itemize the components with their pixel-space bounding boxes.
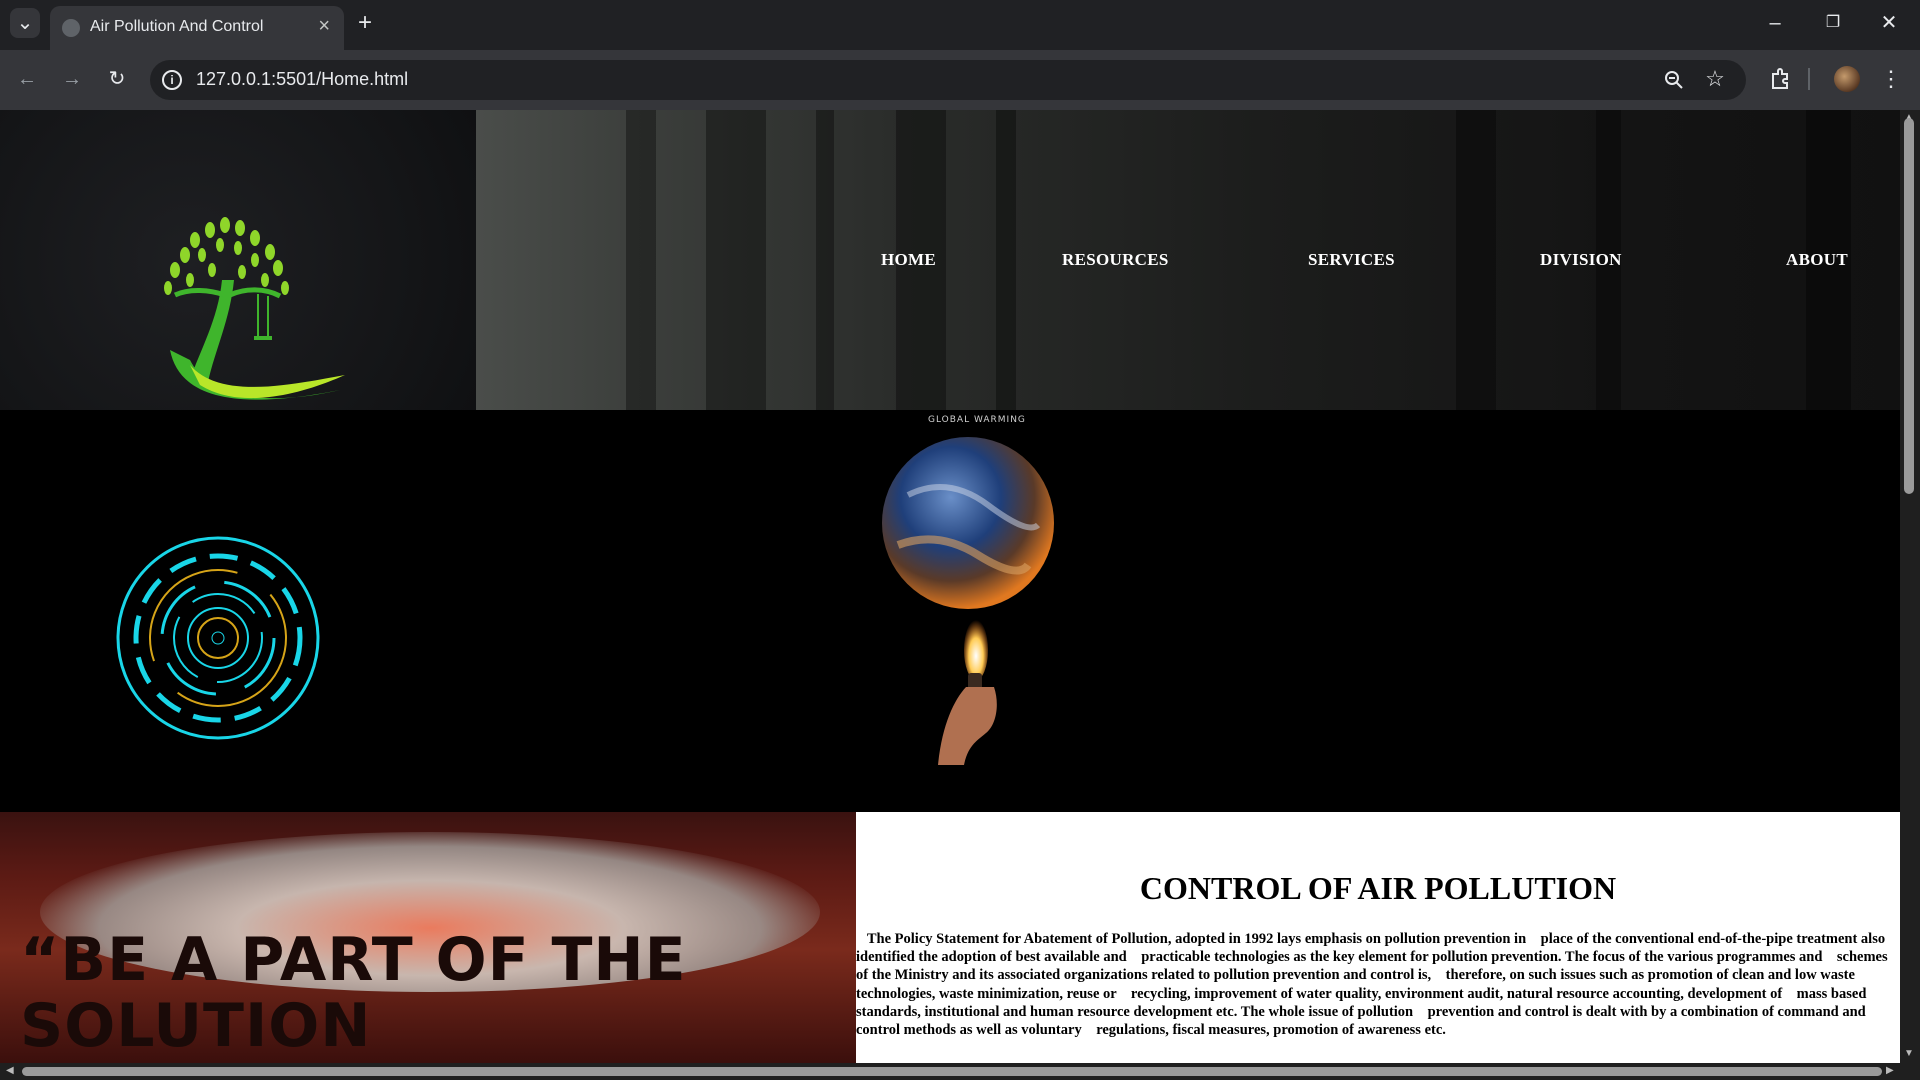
forest-beam xyxy=(996,110,1016,410)
bookmark-star-icon[interactable]: ☆ xyxy=(1700,64,1730,94)
scroll-right-arrow-icon[interactable]: ▶ xyxy=(1886,1065,1894,1076)
profile-avatar[interactable] xyxy=(1834,66,1860,92)
toolbar-divider xyxy=(1808,68,1810,90)
nav-resources-link[interactable]: RESOURCES xyxy=(1062,250,1169,270)
extensions-icon[interactable] xyxy=(1768,66,1794,92)
nav-home-link[interactable]: HOME xyxy=(881,250,936,270)
forest-beam xyxy=(1456,110,1496,410)
tab-list-icon[interactable]: ⌄ xyxy=(10,8,40,38)
restore-icon[interactable]: ❐ xyxy=(1818,8,1848,38)
article-heading: CONTROL OF AIR POLLUTION xyxy=(1139,870,1617,906)
vertical-scroll-thumb[interactable] xyxy=(1904,118,1914,494)
nav-division-link[interactable]: DIVISION xyxy=(1540,250,1622,270)
tab-title: Air Pollution And Control xyxy=(90,18,264,35)
forward-icon[interactable]: → xyxy=(57,64,87,94)
global-warming-image xyxy=(882,437,1054,765)
url-text[interactable]: 127.0.0.1:5501/Home.html xyxy=(196,69,408,90)
window-close-icon[interactable]: ✕ xyxy=(1874,8,1904,38)
globe-icon xyxy=(62,19,80,37)
nav-about-link[interactable]: ABOUT xyxy=(1786,250,1848,270)
poster-image: “BE A PART OF THE SOLUTION xyxy=(0,812,856,1063)
forest-beam xyxy=(626,110,656,410)
zoom-icon[interactable] xyxy=(1662,68,1686,92)
minimize-icon[interactable]: – xyxy=(1760,8,1790,38)
page-viewport: HOME RESOURCES SERVICES DIVISION ABOUT G… xyxy=(0,110,1900,1063)
article-body: The Policy Statement for Abatement of Po… xyxy=(856,931,1892,1039)
menu-icon[interactable]: ⋮ xyxy=(1878,64,1904,94)
new-tab-icon[interactable]: + xyxy=(350,8,380,38)
nav-panel: HOME RESOURCES SERVICES DIVISION ABOUT xyxy=(476,110,1900,410)
article-section: CONTROL OF AIR POLLUTION The Policy Stat… xyxy=(856,812,1900,1063)
nav-services-link[interactable]: SERVICES xyxy=(1308,250,1395,270)
global-warming-caption: Global Warming xyxy=(928,415,1026,425)
scroll-down-arrow-icon[interactable]: ▼ xyxy=(1904,1048,1914,1059)
tree-logo[interactable] xyxy=(130,210,350,410)
close-icon[interactable]: × xyxy=(318,15,330,38)
reload-icon[interactable]: ↻ xyxy=(102,64,132,94)
forest-beam xyxy=(816,110,834,410)
back-icon[interactable]: ← xyxy=(12,64,42,94)
poster-slogan: “BE A PART OF THE SOLUTION xyxy=(20,925,687,1061)
loading-ring-animation xyxy=(116,536,320,740)
horizontal-scroll-thumb[interactable] xyxy=(22,1067,1882,1076)
browser-tab[interactable]: Air Pollution And Control × xyxy=(50,6,344,50)
forest-beam xyxy=(706,110,766,410)
logo-panel xyxy=(0,110,476,410)
scroll-left-arrow-icon[interactable]: ◀ xyxy=(6,1065,14,1076)
site-info-icon[interactable]: i xyxy=(162,70,182,90)
